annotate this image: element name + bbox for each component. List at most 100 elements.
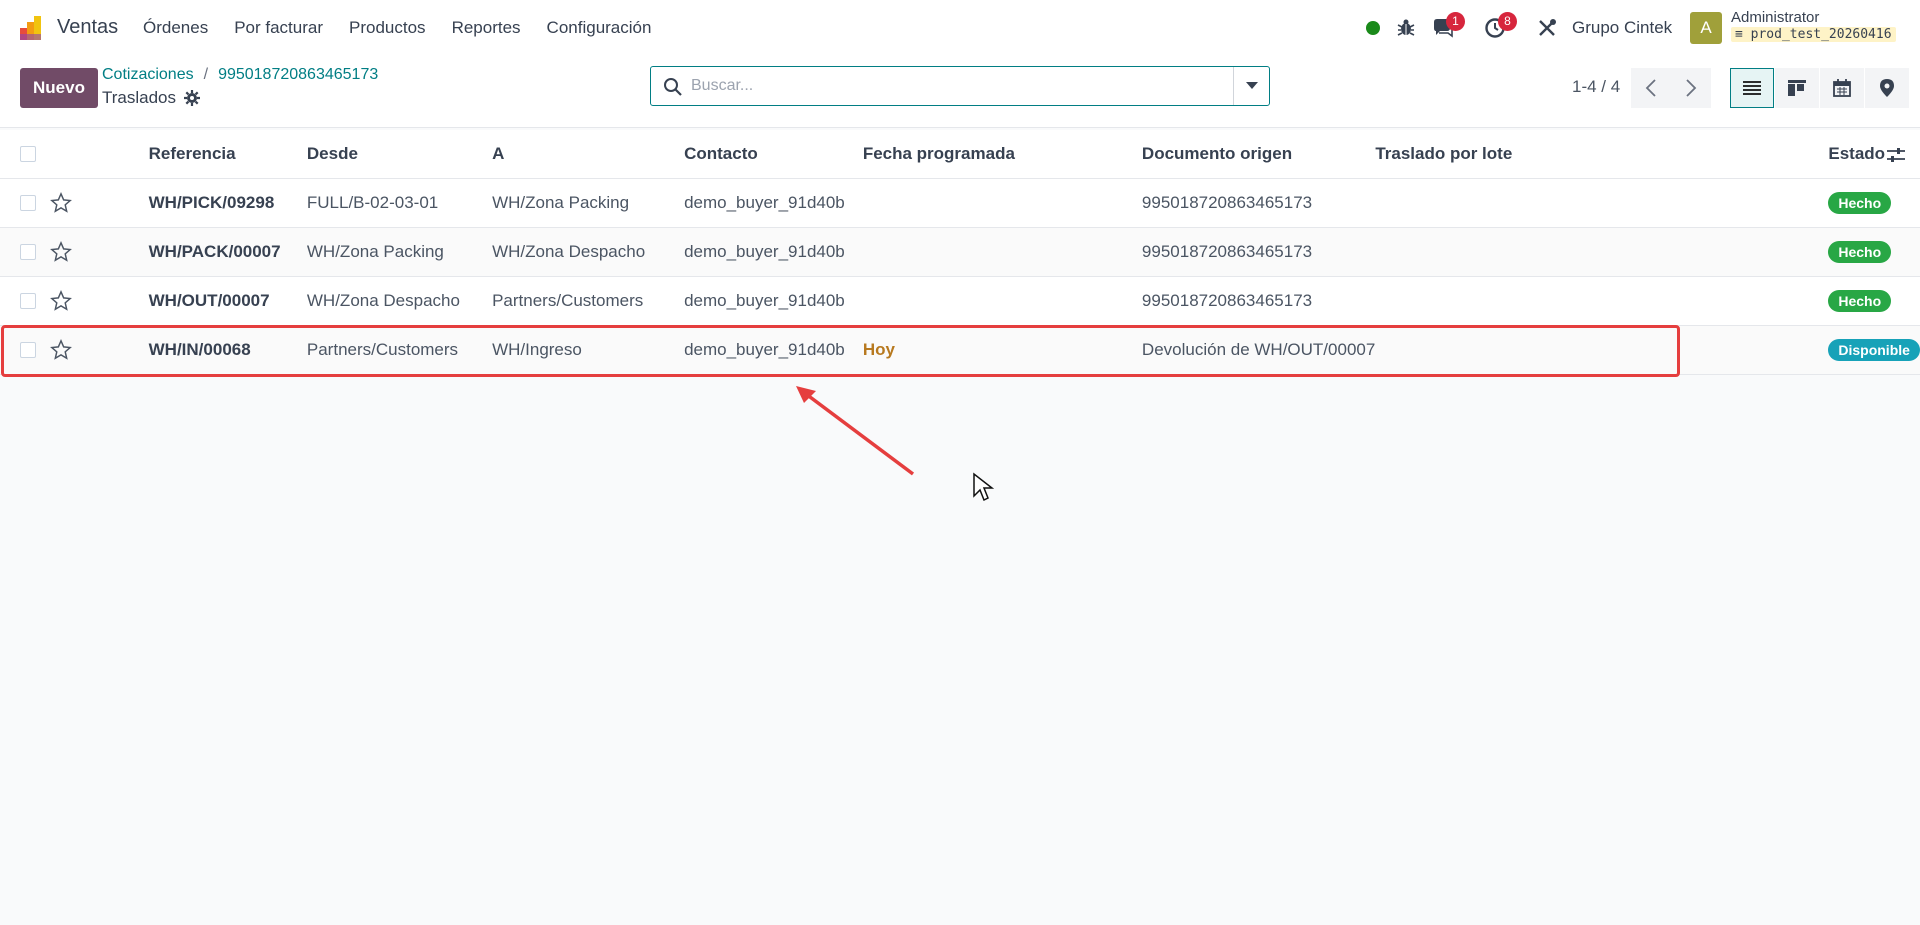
status-badge: Disponible [1828, 338, 1920, 361]
annotation-arrow [796, 386, 915, 476]
app-name[interactable]: Ventas [57, 16, 118, 39]
database-name: ≡ prod_test_20260416 [1731, 27, 1896, 42]
table-row[interactable]: WH/PICK/09298 FULL/B-02-03-01 WH/Zona Pa… [0, 178, 1920, 228]
cell-a: WH/Zona Despacho [492, 227, 685, 277]
breadcrumb-order[interactable]: 995018720863465173 [218, 66, 378, 83]
cell-referencia: WH/IN/00068 [148, 325, 307, 375]
row-checkbox[interactable] [20, 342, 36, 359]
breadcrumb: Cotizaciones / 995018720863465173 [102, 66, 378, 84]
column-traslado-por-lote[interactable]: Traslado por lote [1375, 130, 1829, 179]
search-icon [664, 78, 682, 96]
status-badge: Hecho [1828, 191, 1892, 214]
calendar-icon [1833, 79, 1851, 97]
cell-referencia: WH/PACK/00007 [148, 227, 307, 277]
cell-documento-origen: 995018720863465173 [1141, 178, 1376, 228]
cell-desde: WH/Zona Packing [306, 227, 493, 277]
cell-estado: Hecho [1828, 178, 1920, 228]
map-view-button[interactable] [1865, 68, 1909, 108]
cell-contacto: demo_buyer_91d40b [684, 276, 863, 326]
kanban-view-button[interactable] [1775, 68, 1819, 108]
database-label: prod_test_20260416 [1750, 27, 1892, 42]
calendar-view-button[interactable] [1820, 68, 1864, 108]
cell-a: WH/Ingreso [492, 325, 685, 375]
star-icon[interactable] [49, 191, 72, 214]
cell-desde: WH/Zona Despacho [306, 276, 493, 326]
caret-down-icon [1245, 82, 1258, 89]
column-a[interactable]: A [492, 130, 685, 179]
column-fecha-programada[interactable]: Fecha programada [862, 130, 1142, 179]
cell-fecha-programada: Hoy [862, 325, 1142, 375]
row-checkbox[interactable] [20, 293, 36, 310]
transfers-table: Referencia Desde A Contacto Fecha progra… [0, 130, 1920, 375]
menu-reportes[interactable]: Reportes [452, 18, 521, 38]
cell-traslado-por-lote [1375, 325, 1829, 375]
pager-value[interactable]: 1-4 / 4 [1572, 77, 1620, 97]
column-documento-origen[interactable]: Documento origen [1141, 130, 1376, 179]
cell-documento-origen: 995018720863465173 [1141, 276, 1376, 326]
status-badge: Hecho [1828, 240, 1892, 263]
row-checkbox-cell [0, 178, 50, 228]
column-estado[interactable]: Estado [1828, 130, 1920, 179]
menu-ordenes[interactable]: Órdenes [143, 18, 208, 38]
table-row[interactable]: WH/PACK/00007 WH/Zona Packing WH/Zona De… [0, 227, 1920, 277]
tools-icon[interactable] [1535, 16, 1559, 40]
row-checkbox[interactable] [20, 195, 36, 212]
status-badge: Hecho [1828, 289, 1892, 312]
kanban-icon [1788, 80, 1806, 96]
star-icon[interactable] [49, 289, 72, 312]
favorite-cell [49, 325, 149, 375]
control-panel: Nuevo Cotizaciones / 995018720863465173 Tr… [0, 56, 1920, 128]
new-button[interactable]: Nuevo [20, 68, 98, 108]
gear-icon[interactable] [184, 90, 201, 106]
map-pin-icon [1880, 79, 1894, 97]
search-options-toggle[interactable] [1233, 67, 1269, 105]
table-row[interactable]: WH/IN/00068 Partners/Customers WH/Ingres… [0, 325, 1920, 375]
page-title: Traslados [102, 88, 201, 108]
star-icon[interactable] [49, 240, 72, 263]
optional-columns-icon[interactable] [1887, 147, 1905, 163]
cell-traslado-por-lote [1375, 276, 1829, 326]
cell-a: WH/Zona Packing [492, 178, 685, 228]
star-header [49, 130, 149, 179]
company-switcher[interactable]: Grupo Cintek [1572, 18, 1672, 38]
cell-contacto: demo_buyer_91d40b [684, 227, 863, 277]
chevron-right-icon [1686, 79, 1697, 97]
menu-configuracion[interactable]: Configuración [547, 18, 652, 38]
column-contacto[interactable]: Contacto [684, 130, 863, 179]
breadcrumb-separator: / [203, 66, 209, 83]
breadcrumb-cotizaciones[interactable]: Cotizaciones [102, 66, 194, 83]
select-all-checkbox[interactable] [20, 146, 36, 163]
list-view-button[interactable] [1730, 68, 1774, 108]
table-header: Referencia Desde A Contacto Fecha progra… [0, 130, 1920, 179]
menu-por-facturar[interactable]: Por facturar [234, 18, 323, 38]
sales-app-icon[interactable] [18, 14, 46, 42]
table-row[interactable]: WH/OUT/00007 WH/Zona Despacho Partners/C… [0, 276, 1920, 326]
star-icon[interactable] [49, 338, 72, 361]
column-referencia[interactable]: Referencia [148, 130, 307, 179]
pager-previous-button[interactable] [1631, 68, 1671, 108]
cell-desde: Partners/Customers [306, 325, 493, 375]
debug-bug-icon[interactable] [1394, 16, 1418, 40]
user-name[interactable]: Administrator [1731, 9, 1819, 26]
pager-next-button[interactable] [1671, 68, 1711, 108]
search-input[interactable] [691, 73, 1211, 99]
select-all-checkbox-cell [0, 130, 50, 179]
cell-contacto: demo_buyer_91d40b [684, 325, 863, 375]
cell-referencia: WH/PICK/09298 [148, 178, 307, 228]
cell-traslado-por-lote [1375, 178, 1829, 228]
favorite-cell [49, 276, 149, 326]
cell-referencia: WH/OUT/00007 [148, 276, 307, 326]
chevron-left-icon [1645, 79, 1656, 97]
database-icon: ≡ [1735, 27, 1751, 42]
menu-productos[interactable]: Productos [349, 18, 426, 38]
column-desde[interactable]: Desde [306, 130, 493, 179]
favorite-cell [49, 227, 149, 277]
row-checkbox[interactable] [20, 244, 36, 261]
cell-estado: Disponible [1828, 325, 1920, 375]
user-avatar[interactable]: A [1690, 12, 1722, 44]
main-menu: Órdenes Por facturar Productos Reportes … [143, 18, 677, 38]
transfers-list: Referencia Desde A Contacto Fecha progra… [0, 130, 1920, 375]
cell-traslado-por-lote [1375, 227, 1829, 277]
cell-estado: Hecho [1828, 276, 1920, 326]
mouse-cursor-icon [973, 472, 994, 502]
